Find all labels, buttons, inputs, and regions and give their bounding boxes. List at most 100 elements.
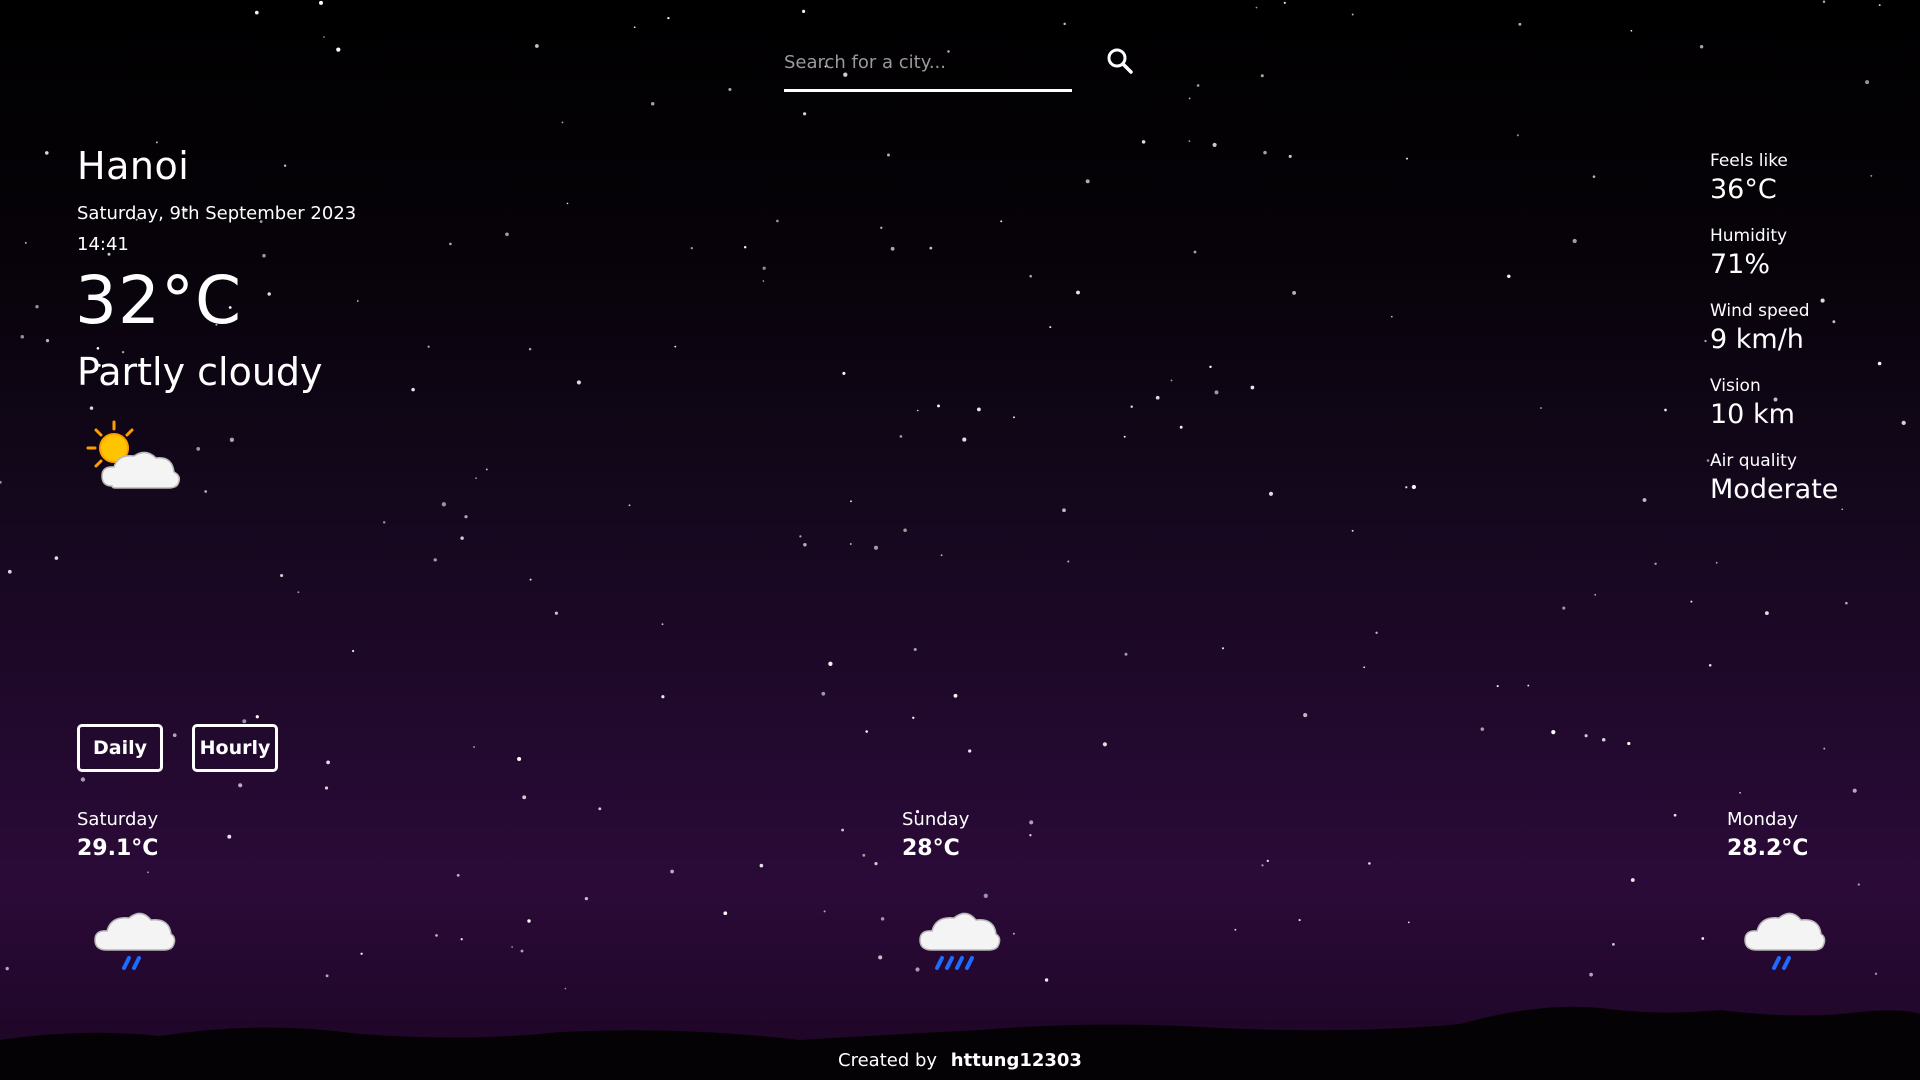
star [1584, 734, 1588, 738]
star [24, 241, 27, 244]
city-name: Hanoi [77, 144, 190, 188]
star [803, 543, 807, 547]
star [528, 347, 532, 351]
star [1044, 978, 1049, 982]
star [762, 280, 765, 282]
star [566, 202, 569, 205]
search-icon [1107, 48, 1133, 74]
star [1266, 859, 1269, 863]
partly-cloudy-icon [86, 420, 181, 489]
star [0, 480, 2, 484]
star [1852, 788, 1857, 793]
star [1292, 290, 1297, 295]
star [1102, 742, 1107, 747]
forecast-item: Monday 28.2°C [1727, 808, 1887, 970]
star [723, 911, 728, 916]
forecast-day: Saturday [77, 809, 159, 830]
star [903, 528, 907, 532]
star [1516, 134, 1519, 137]
star [535, 44, 539, 48]
detail-value: 9 km/h [1710, 324, 1804, 355]
star [1572, 238, 1577, 244]
star [262, 253, 266, 258]
forecast-item: Saturday 29.1°C [77, 808, 237, 970]
star [1857, 883, 1860, 886]
detail-humidity: Humidity 71% [1710, 225, 1910, 300]
detail-label: Humidity [1710, 226, 1788, 246]
current-date: Saturday, 9th September 2023 [77, 203, 357, 224]
star [1368, 862, 1371, 865]
star [1268, 491, 1274, 496]
star [667, 16, 670, 20]
star [1642, 498, 1647, 502]
star [5, 966, 9, 971]
star [1480, 727, 1485, 731]
light-rain-icon [94, 912, 176, 970]
star [80, 777, 86, 782]
daily-toggle-button[interactable]: Daily [77, 724, 163, 772]
star [1298, 919, 1301, 922]
star [874, 861, 878, 866]
star [670, 869, 674, 874]
star [1627, 741, 1631, 746]
star [449, 242, 452, 246]
star [968, 749, 972, 753]
star [196, 447, 201, 451]
detail-air-quality: Air quality Moderate [1710, 450, 1910, 525]
star [427, 345, 430, 348]
star [1209, 365, 1212, 369]
star [661, 695, 665, 699]
star [1390, 315, 1393, 318]
search-input[interactable] [784, 36, 1072, 92]
star [865, 730, 868, 733]
star [1363, 666, 1366, 669]
star [1664, 408, 1667, 412]
current-temperature: 32°C [75, 262, 243, 339]
star [473, 746, 476, 748]
hourly-toggle-button[interactable]: Hourly [192, 724, 278, 772]
star [172, 733, 177, 738]
forecast-day: Monday [1727, 809, 1799, 830]
star [862, 853, 866, 857]
star [937, 404, 940, 408]
star [878, 955, 883, 960]
star [324, 786, 329, 790]
star [1141, 140, 1146, 144]
star [322, 36, 325, 38]
star [1592, 175, 1596, 178]
weather-app: Hanoi Saturday, 9th September 2023 14:41… [0, 0, 1920, 1080]
footer-text: Created by [838, 1050, 938, 1071]
star [887, 153, 890, 157]
star [633, 26, 636, 29]
search-button[interactable] [1102, 44, 1138, 80]
star [1283, 1, 1286, 4]
star [464, 515, 468, 519]
star [433, 558, 437, 562]
star [1630, 29, 1633, 32]
forecast-temperature: 29.1°C [77, 836, 159, 861]
star [1845, 601, 1848, 605]
detail-label: Wind speed [1710, 301, 1810, 321]
star [1878, 4, 1881, 7]
star [229, 437, 235, 442]
star [1260, 74, 1264, 78]
star [576, 380, 581, 385]
detail-label: Feels like [1710, 151, 1788, 171]
star [802, 112, 807, 116]
star [297, 591, 300, 594]
star [527, 919, 531, 923]
star [821, 691, 826, 696]
star [45, 338, 50, 343]
star [411, 387, 415, 392]
star [929, 246, 933, 250]
star [880, 917, 885, 921]
search-bar [784, 36, 1142, 94]
forecast-temperature: 28.2°C [1727, 836, 1809, 861]
weather-condition: Partly cloudy [77, 350, 323, 394]
star [204, 490, 208, 493]
star [828, 661, 833, 666]
star [1706, 459, 1710, 462]
footer-author-link[interactable]: httung12303 [951, 1050, 1082, 1071]
star [561, 121, 564, 124]
star [54, 556, 59, 560]
